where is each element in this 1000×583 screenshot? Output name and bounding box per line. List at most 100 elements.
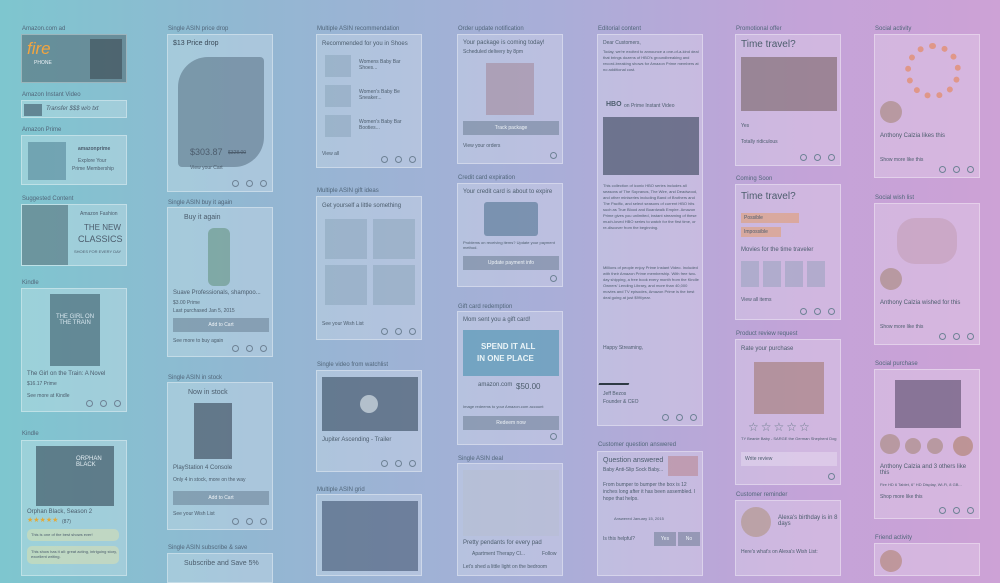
avatar[interactable] [927,438,943,454]
gift-ideas-card[interactable]: Get yourself a little something See your… [316,196,422,340]
share-icon[interactable] [260,180,267,187]
question-card[interactable]: Question answered Baby Anti-Slip Sock Ba… [597,451,703,576]
follow-button[interactable]: Follow [542,551,556,557]
update-payment-button[interactable]: Update payment info [463,256,559,270]
wishlist-link[interactable]: See your Wish List [173,511,215,517]
yes-button[interactable]: Yes [654,532,676,546]
hide-icon[interactable] [953,166,960,173]
kindle-book-card[interactable]: THE GIRL ON THE TRAIN The Girl on the Tr… [21,288,127,412]
credit-card-card[interactable]: Your credit card is about to expire Prob… [457,183,563,287]
share-icon[interactable] [828,154,835,161]
book-link[interactable]: See more at Kindle [27,393,70,399]
avatar[interactable] [880,550,902,572]
hide-icon[interactable] [953,507,960,514]
card-actions[interactable] [880,507,974,515]
movie-thumb[interactable] [807,261,825,287]
order-update-card[interactable]: Your package is coming today! Scheduled … [457,34,563,164]
card-actions[interactable] [741,308,835,316]
transfer-ad[interactable]: Transfer $$$ w/o txt [21,100,127,118]
card-actions[interactable] [603,414,697,422]
social-link[interactable]: Shop more like this [880,494,923,500]
wishlist-link[interactable]: See your Wish List [322,321,364,327]
like-icon[interactable] [232,345,239,352]
avatar[interactable] [905,438,921,454]
pendants-card[interactable]: Pretty pendants for every pad Apartment … [457,463,563,576]
like-icon[interactable] [939,166,946,173]
orphan-black-card[interactable]: ORPHAN BLACK Orphan Black, Season 2 ★★★★… [21,440,127,576]
like-icon[interactable] [232,518,239,525]
product-name[interactable]: Women's Baby Bar Booties... [359,119,419,131]
like-icon[interactable] [800,308,807,315]
card-actions[interactable] [322,460,416,468]
share-icon[interactable] [114,400,121,407]
share-icon[interactable] [690,414,697,421]
movie-thumb[interactable] [785,261,803,287]
social-link[interactable]: Show more like this [880,324,923,330]
like-icon[interactable] [800,154,807,161]
like-icon[interactable] [381,328,388,335]
card-actions[interactable] [880,166,974,174]
like-icon[interactable] [662,414,669,421]
card-actions[interactable] [173,180,267,188]
avatar[interactable] [880,268,902,290]
video-thumbnail[interactable] [322,377,418,431]
movie-thumb[interactable] [741,261,759,287]
no-button[interactable]: No [678,532,700,546]
avatar[interactable] [880,101,902,123]
prime-membership-card[interactable]: amazonprime Explore Your Prime Membershi… [21,135,127,185]
time-travel-results[interactable]: Time travel? Possible Impossible Movies … [735,184,841,320]
hide-icon[interactable] [246,345,253,352]
rate-purchase-card[interactable]: Rate your purchase ☆☆☆☆☆ TY Beanie Baby … [735,339,841,485]
poll-option[interactable]: Totally ridiculous [741,139,778,145]
hide-icon[interactable] [550,433,557,440]
friend-activity-card[interactable] [874,543,980,576]
card-actions[interactable] [741,473,835,481]
hide-icon[interactable] [550,275,557,282]
share-icon[interactable] [409,328,416,335]
card-actions[interactable] [322,328,416,336]
gift-card-card[interactable]: Mom sent you a gift card! SPEND IT ALL I… [457,311,563,445]
orders-link[interactable]: View your orders [463,143,500,149]
gift-thumb[interactable] [373,265,415,305]
star-input[interactable]: ☆☆☆☆☆ [748,420,812,434]
vendor-name[interactable]: Apartment Therapy Cl... [472,551,525,557]
subscribe-card[interactable]: Subscribe and Save 5% [167,553,273,583]
hide-icon[interactable] [953,333,960,340]
track-package-button[interactable]: Track package [463,121,559,135]
share-icon[interactable] [967,333,974,340]
fire-phone-ad[interactable]: fire PHONE [21,34,127,83]
hide-icon[interactable] [676,414,683,421]
hide-icon[interactable] [814,154,821,161]
grid-card[interactable] [316,494,422,576]
birthday-card[interactable]: Alexa's birthday is in 8 days Here's wha… [735,500,841,576]
share-icon[interactable] [967,507,974,514]
shoe-recs-card[interactable]: Recommended for you in Shoes Womens Baby… [316,34,422,168]
buy-again-card[interactable]: Buy it again Suave Professionals, shampo… [167,207,273,357]
product-name[interactable]: Womens Baby Bar Shoes... [359,59,419,71]
collage-image[interactable] [322,501,418,571]
avatar[interactable] [953,436,973,456]
share-icon[interactable] [828,308,835,315]
avatar[interactable] [880,434,900,454]
share-icon[interactable] [967,166,974,173]
add-to-cart-button[interactable]: Add to Cart [173,318,269,332]
social-link[interactable]: Show more like this [880,157,923,163]
card-actions[interactable] [741,154,835,162]
cart-link[interactable]: View your Cart [190,165,223,171]
avatar[interactable] [741,507,771,537]
like-icon[interactable] [232,180,239,187]
hide-icon[interactable] [814,308,821,315]
editorial-letter-card[interactable]: Dear Customers, Today, we're excited to … [597,34,703,426]
social-like-card[interactable]: Anthony Calzia likes this Show more like… [874,34,980,178]
hide-icon[interactable] [246,180,253,187]
like-icon[interactable] [939,507,946,514]
share-icon[interactable] [260,518,267,525]
time-travel-poll[interactable]: Time travel? Yes Totally ridiculous [735,34,841,166]
gift-thumb[interactable] [325,219,367,259]
play-icon[interactable] [360,395,378,413]
view-all-link[interactable]: View all items [741,297,771,303]
movie-thumb[interactable] [763,261,781,287]
social-purchase-card[interactable]: Anthony Calzia and 3 others like this Fi… [874,369,980,519]
social-wish-card[interactable]: Anthony Calzia wished for this Show more… [874,203,980,345]
card-actions[interactable] [463,152,557,160]
